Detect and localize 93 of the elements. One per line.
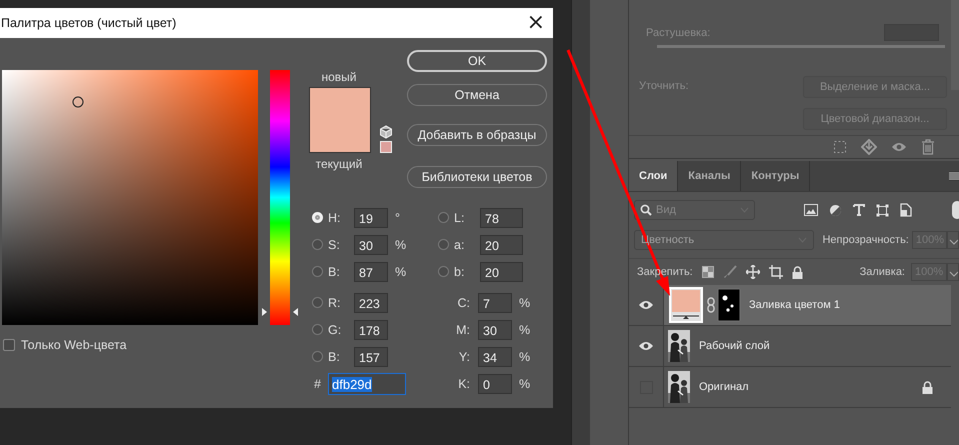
move-icon[interactable] bbox=[746, 265, 760, 279]
web-colors-label: Только Web-цвета bbox=[21, 338, 127, 352]
trash-icon[interactable] bbox=[921, 139, 935, 155]
input-field[interactable]: 20 bbox=[480, 262, 523, 282]
unit-label: % bbox=[519, 322, 530, 336]
checker-icon[interactable] bbox=[702, 266, 714, 278]
field-label: H: bbox=[327, 210, 342, 224]
menu-icon[interactable] bbox=[949, 172, 959, 180]
field-label: B: bbox=[327, 350, 341, 364]
input-field[interactable]: 20 bbox=[480, 234, 523, 254]
caret-icon[interactable] bbox=[947, 263, 959, 281]
input-field[interactable]: 0 bbox=[478, 374, 512, 394]
dialog-button[interactable]: Библиотеки цветов bbox=[407, 166, 547, 188]
field-label: S: bbox=[327, 238, 341, 252]
eye-icon[interactable] bbox=[638, 299, 654, 311]
input-field[interactable]: 30 bbox=[478, 320, 512, 340]
field-label: L: bbox=[453, 210, 466, 224]
panel-tab[interactable]: Слои bbox=[629, 161, 678, 191]
field-label: K: bbox=[457, 376, 471, 390]
color-field[interactable] bbox=[2, 70, 258, 325]
picker-cursor-icon[interactable] bbox=[72, 96, 84, 108]
field-label: G: bbox=[327, 322, 342, 336]
unit-label: ° bbox=[395, 210, 400, 224]
filter-toggle[interactable] bbox=[952, 201, 959, 219]
layer-row[interactable]: Заливка цветом 1 bbox=[629, 285, 951, 326]
input-field[interactable]: 157 bbox=[354, 346, 388, 366]
web-colors-checkbox[interactable] bbox=[3, 339, 15, 351]
dialog-button[interactable]: Отмена bbox=[407, 84, 547, 106]
dialog-title: Палитра цветов (чистый цвет) bbox=[0, 16, 176, 30]
shape-filter-icon[interactable] bbox=[876, 204, 889, 216]
selection-icon[interactable] bbox=[833, 140, 847, 154]
layer-row[interactable]: Рабочий слой bbox=[629, 326, 951, 367]
field-label: C: bbox=[456, 296, 471, 310]
radio-button[interactable] bbox=[312, 297, 323, 308]
radio-button[interactable] bbox=[312, 351, 323, 362]
link-icon[interactable] bbox=[707, 297, 715, 313]
smart-object-filter-icon[interactable] bbox=[900, 203, 912, 217]
field-label: b: bbox=[453, 264, 466, 278]
current-color-label: текущий bbox=[314, 157, 364, 171]
layer-row[interactable]: Оригинал bbox=[629, 367, 951, 408]
hex-label: # bbox=[314, 376, 322, 390]
field-label: B: bbox=[327, 264, 341, 278]
cube-icon[interactable] bbox=[379, 125, 393, 139]
hue-slider-handle[interactable] bbox=[262, 307, 298, 318]
search-icon bbox=[640, 204, 652, 216]
input-field[interactable]: 7 bbox=[478, 292, 512, 312]
field-label: R: bbox=[327, 296, 342, 310]
unit-label: % bbox=[395, 238, 406, 252]
dialog-button[interactable]: OK bbox=[407, 50, 547, 72]
input-field[interactable]: 34 bbox=[478, 346, 512, 366]
color-swatch bbox=[309, 87, 371, 153]
lock-icon[interactable] bbox=[792, 266, 803, 278]
unit-label: % bbox=[519, 296, 530, 310]
layer-name: Оригинал bbox=[699, 381, 750, 393]
dialog-button[interactable]: Добавить в образцы bbox=[407, 124, 547, 146]
field-label: a: bbox=[453, 238, 466, 252]
close-button[interactable]: × bbox=[518, 12, 553, 34]
caret-icon[interactable] bbox=[947, 231, 959, 249]
crop-icon[interactable] bbox=[768, 265, 783, 279]
input-field[interactable]: 178 bbox=[354, 320, 388, 340]
fill-label: Заливка: bbox=[860, 266, 905, 278]
field-label: M: bbox=[455, 322, 471, 336]
hex-input-field[interactable]: dfb29d bbox=[328, 372, 406, 394]
new-color-label: новый bbox=[320, 70, 358, 84]
radio-button[interactable] bbox=[312, 324, 323, 335]
scrollbar[interactable] bbox=[571, 0, 590, 445]
radio-button[interactable] bbox=[438, 212, 449, 223]
apply-mask-icon[interactable] bbox=[861, 139, 877, 155]
mask-thumbnail bbox=[718, 289, 740, 321]
input-field[interactable]: 87 bbox=[354, 262, 388, 282]
adjustment-filter-icon[interactable] bbox=[829, 204, 842, 216]
unit-label: % bbox=[519, 376, 530, 390]
input-field[interactable]: 19 bbox=[354, 208, 388, 228]
eye-icon[interactable] bbox=[638, 340, 654, 352]
radio-button[interactable] bbox=[312, 266, 323, 277]
unit-label: % bbox=[395, 264, 406, 278]
layer-name: Рабочий слой bbox=[699, 340, 771, 352]
type-filter-icon[interactable] bbox=[853, 204, 865, 216]
brush-icon[interactable] bbox=[722, 265, 737, 279]
input-field[interactable]: 30 bbox=[354, 234, 388, 254]
input-field[interactable]: 223 bbox=[354, 292, 388, 312]
input-field[interactable]: 78 bbox=[480, 208, 523, 228]
radio-button[interactable] bbox=[438, 239, 449, 250]
hue-slider[interactable] bbox=[262, 70, 298, 325]
opacity-label: Непрозрачность: bbox=[822, 234, 909, 246]
fill-layer-thumbnail bbox=[668, 286, 704, 324]
radio-button[interactable] bbox=[438, 266, 449, 277]
gamut-swatch[interactable] bbox=[380, 141, 392, 153]
layer-name: Заливка цветом 1 bbox=[749, 299, 841, 311]
field-label: Y: bbox=[458, 350, 471, 364]
unit-label: % bbox=[519, 350, 530, 364]
radio-button[interactable] bbox=[312, 239, 323, 250]
image-filter-icon[interactable] bbox=[804, 204, 818, 216]
